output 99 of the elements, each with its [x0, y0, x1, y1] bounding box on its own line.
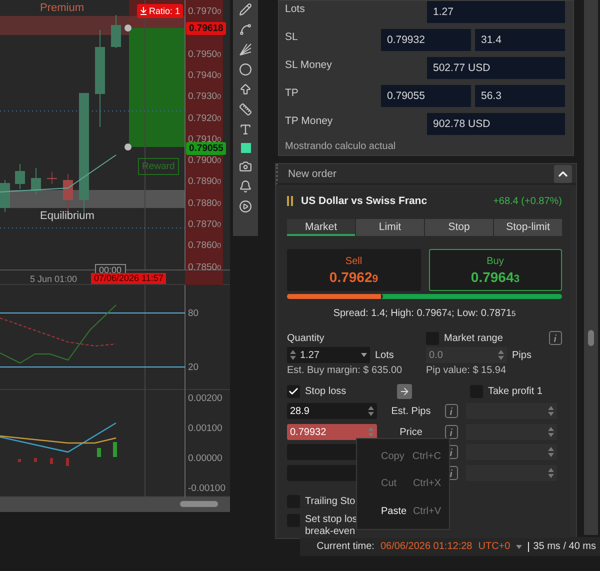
value-field[interactable]: 0.79055: [381, 85, 471, 107]
pips-field[interactable]: 0.0: [426, 347, 507, 363]
price-change: +68.4 (+0.87%): [493, 196, 562, 206]
handle-dot: [124, 144, 132, 150]
info-icon[interactable]: [445, 425, 458, 439]
ellipse-icon[interactable]: [239, 63, 252, 76]
axis-label: 80: [188, 308, 199, 319]
value-field[interactable]: 56.3: [475, 85, 565, 107]
collapse-button[interactable]: [554, 164, 572, 182]
text-icon[interactable]: [239, 123, 252, 136]
premium-label: Premium: [40, 3, 84, 14]
menu-item[interactable]: Paste Ctrl+V: [357, 506, 449, 517]
field-label: SL: [285, 30, 298, 45]
quantity-field[interactable]: 1.27: [287, 347, 370, 363]
field-label: TP: [285, 86, 298, 101]
checkbox-label: Stop loss: [305, 386, 346, 397]
pause-icon: [287, 196, 293, 206]
timezone-label[interactable]: UTC+0: [478, 541, 510, 552]
stop-loss-field[interactable]: 28.9: [287, 403, 377, 419]
candlestick: [47, 172, 57, 184]
spinner-icon[interactable]: [498, 350, 504, 360]
value-field[interactable]: 902.78 USD: [427, 113, 565, 135]
curve-icon[interactable]: [239, 23, 252, 36]
candlestick: [15, 164, 25, 190]
arrow-up-icon[interactable]: [239, 83, 252, 96]
order-type-tab[interactable]: Stop: [425, 219, 493, 236]
latency-text: 35 ms / 40 ms: [528, 542, 596, 552]
price-badge: 0.79055: [186, 142, 226, 155]
instrument-name: US Dollar vs Swiss Franc: [301, 195, 428, 207]
info-icon[interactable]: [549, 331, 562, 345]
field-label: Price: [398, 426, 424, 438]
checkbox[interactable]: [287, 385, 300, 398]
candlestick: [31, 168, 41, 196]
take-profit-field[interactable]: [466, 424, 557, 440]
field-label: Est. Pips: [390, 406, 432, 416]
panel-title: New order: [288, 168, 336, 180]
spinner-icon[interactable]: [548, 427, 554, 437]
order-type-tab[interactable]: Market: [287, 219, 355, 236]
bell-icon[interactable]: [239, 180, 252, 193]
axis-label: 0.00100: [188, 423, 222, 434]
scroll-thumb[interactable]: [180, 501, 218, 507]
candlestick: [0, 180, 10, 212]
info-icon[interactable]: [445, 404, 458, 418]
spinner-icon[interactable]: [548, 447, 554, 457]
color-swatch[interactable]: [240, 143, 250, 153]
field-label: Quantity: [287, 332, 324, 344]
value-field[interactable]: 502.77 USD: [427, 57, 565, 79]
value-field[interactable]: 31.4: [475, 29, 565, 51]
vertical-scrollbar[interactable]: [584, 0, 598, 535]
sell-button[interactable]: Sell 0.7962$_{9}$: [287, 249, 420, 291]
stop-loss-field[interactable]: 0.79932: [287, 424, 377, 440]
scroll-thumb[interactable]: [588, 330, 594, 346]
take-profit-field[interactable]: [466, 465, 557, 481]
axis-label: 0.00000: [188, 453, 222, 464]
spinner-icon[interactable]: [548, 468, 554, 478]
arrow-right-icon: [399, 386, 410, 397]
axis-label: 20: [188, 362, 199, 373]
axis-label: -0.00100: [188, 483, 226, 494]
dropdown-caret-icon[interactable]: [516, 544, 522, 548]
order-type-tab[interactable]: Stop-limit: [494, 219, 562, 236]
checkbox-label: Market range: [444, 332, 503, 344]
play-icon[interactable]: [239, 200, 252, 213]
dropdown-caret-icon[interactable]: [361, 353, 367, 357]
spinner-icon[interactable]: [290, 350, 296, 360]
ratio-badge[interactable]: Ratio: 1: [137, 4, 184, 18]
spinner-icon[interactable]: [368, 406, 374, 416]
time-axis-label: 5 Jun 01:00: [30, 275, 78, 284]
order-type-tab[interactable]: Limit: [356, 219, 424, 236]
note-text: Mostrando calculo actual: [285, 141, 397, 153]
checkbox-label: Take profit 1: [488, 386, 542, 397]
take-profit-field[interactable]: [466, 403, 557, 419]
unit-label: Pips: [512, 350, 532, 360]
field-label: TP Money: [285, 114, 333, 129]
download-icon: [140, 7, 147, 15]
candlestick: [111, 14, 121, 48]
current-time: 06/06/2026 01:12:28: [380, 541, 472, 552]
value-field[interactable]: 1.27: [427, 1, 565, 23]
unit-label: Lots: [375, 350, 394, 360]
arrow-button[interactable]: [397, 384, 412, 399]
horizontal-scrollbar[interactable]: [0, 497, 230, 512]
ruler-icon[interactable]: [239, 103, 252, 116]
value-field[interactable]: 0.79932: [381, 29, 471, 51]
price-badge: 0.79618: [186, 22, 226, 35]
handle-dot: [124, 24, 132, 32]
status-label: Current time:: [316, 541, 374, 552]
margin-text: Est. Buy margin: $ 635.00: [287, 365, 402, 376]
pip-value-text: Pip value: $ 15.94: [426, 365, 506, 376]
fan-lines-icon[interactable]: [239, 43, 252, 56]
checkbox-label: Trailing Sto: [305, 496, 356, 508]
field-label: Lots: [285, 2, 305, 17]
buy-button[interactable]: Buy 0.7964$_{3}$: [428, 249, 562, 291]
take-profit-field[interactable]: [466, 444, 557, 460]
axis-label: 0.00200: [188, 393, 222, 404]
pencil-icon[interactable]: [239, 3, 252, 16]
spinner-icon[interactable]: [548, 406, 554, 416]
camera-icon[interactable]: [239, 160, 252, 173]
field-label: SL Money: [285, 58, 332, 73]
cursor-date-badge: 07/06/2026 11:57: [91, 273, 166, 284]
reward-label: Reward: [138, 158, 179, 175]
